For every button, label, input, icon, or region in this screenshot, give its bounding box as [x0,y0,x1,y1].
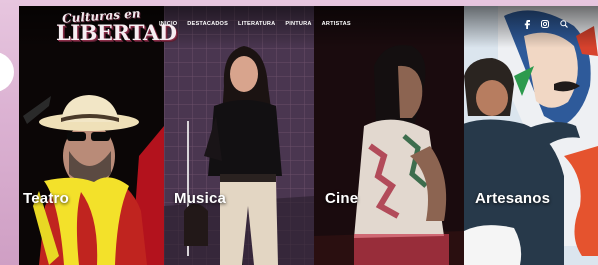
panel-title-musica: Musica [174,190,227,207]
social-links [524,20,568,32]
search-icon[interactable] [560,20,568,32]
site-logo[interactable]: Culturas en LIBERTAD [56,6,177,45]
nav-item-literatura[interactable]: LITERATURA [238,21,275,27]
panel-title-teatro: Teatro [23,190,69,207]
panel-title-cine: Cine [325,190,359,207]
nav-item-inicio[interactable]: INICIO [159,21,177,27]
instagram-icon[interactable] [541,20,549,32]
nav-item-pintura[interactable]: PINTURA [285,21,311,27]
site-header: Culturas en LIBERTAD INICIO DESTACADOS L… [19,6,598,48]
slider-prev-button[interactable] [0,52,14,92]
nav-item-artistas[interactable]: ARTISTAS [322,21,351,27]
main-nav: INICIO DESTACADOS LITERATURA PINTURA ART… [159,21,351,27]
nav-item-destacados[interactable]: DESTACADOS [187,21,228,27]
panel-title-artesanos: Artesanos [475,190,551,207]
facebook-icon[interactable] [524,20,530,32]
hero-slider: Teatro Musica Cine Artesanos Culturas en… [19,6,598,265]
